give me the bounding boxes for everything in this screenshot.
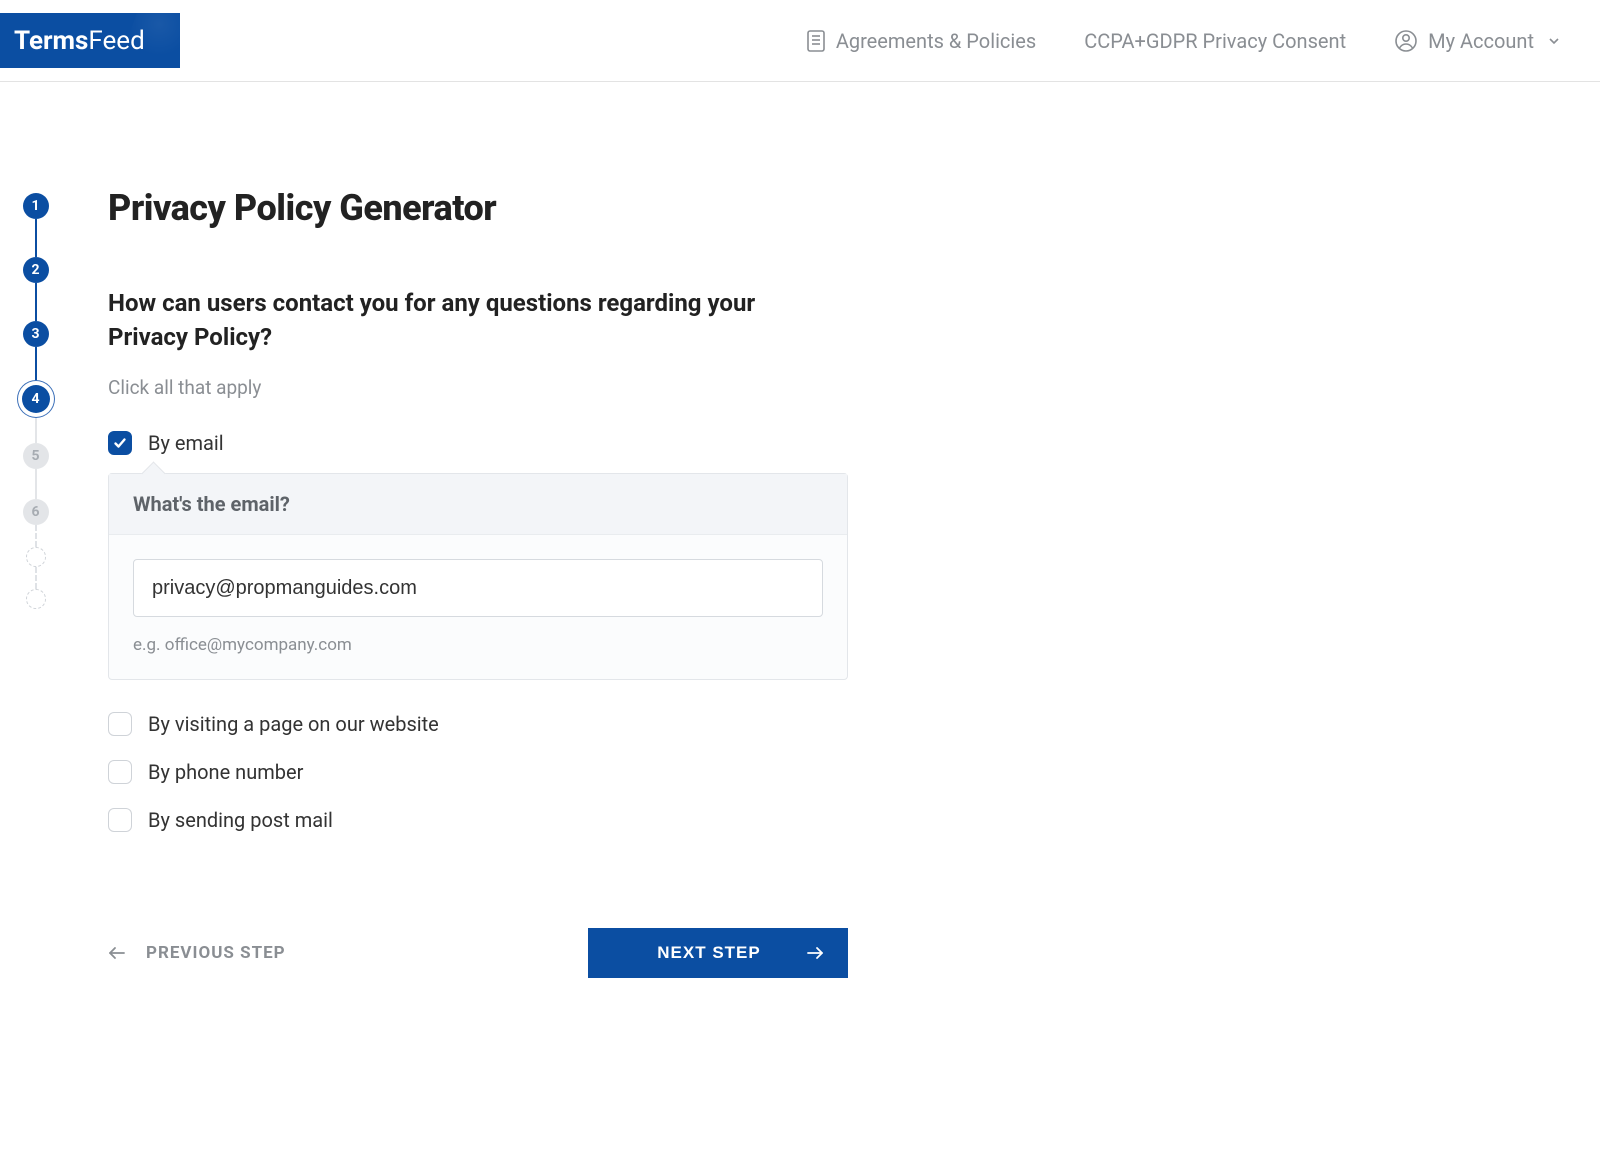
checkbox-email[interactable] [108,431,132,455]
step-line [35,347,37,385]
step-line [35,413,37,443]
user-icon [1394,29,1418,53]
email-input[interactable] [133,559,823,617]
step-placeholder [26,589,46,609]
logo-bold: Terms [14,26,88,56]
checkbox-phone[interactable] [108,760,132,784]
option-phone[interactable]: By phone number [108,760,1018,784]
option-page[interactable]: By visiting a page on our website [108,712,1018,736]
checkbox-mail[interactable] [108,808,132,832]
content: Privacy Policy Generator How can users c… [108,187,1018,978]
nav-account-label: My Account [1428,29,1534,53]
check-icon [113,436,127,450]
step-3[interactable]: 3 [23,321,49,347]
header: TermsFeed Agreements & Policies CCPA+GDP… [0,0,1600,82]
step-line [35,219,37,257]
nav-ccpa-label: CCPA+GDPR Privacy Consent [1084,29,1346,53]
nav-ccpa[interactable]: CCPA+GDPR Privacy Consent [1084,29,1346,53]
top-nav: Agreements & Policies CCPA+GDPR Privacy … [806,29,1560,53]
hint: Click all that apply [108,376,1018,399]
step-4-current[interactable]: 4 [22,385,50,413]
option-mail-label: By sending post mail [148,808,333,832]
option-mail[interactable]: By sending post mail [108,808,1018,832]
option-phone-label: By phone number [148,760,303,784]
page-body: 1 2 3 4 5 6 Privacy Policy Generator How… [0,82,1600,1018]
email-panel-header: What's the email? [109,474,847,535]
step-5: 5 [23,443,49,469]
step-line [35,283,37,321]
option-email[interactable]: By email [108,431,1018,455]
option-page-label: By visiting a page on our website [148,712,439,736]
nav-agreements[interactable]: Agreements & Policies [806,29,1036,53]
email-panel: What's the email? e.g. office@mycompany.… [108,473,848,680]
arrow-right-icon [806,946,824,960]
step-2[interactable]: 2 [23,257,49,283]
step-placeholder [26,547,46,567]
nav-account[interactable]: My Account [1394,29,1560,53]
arrow-left-icon [108,946,126,960]
logo[interactable]: TermsFeed [0,13,180,68]
step-6: 6 [23,499,49,525]
option-email-label: By email [148,431,224,455]
step-line [35,525,37,547]
stepper: 1 2 3 4 5 6 [8,187,63,978]
page-title: Privacy Policy Generator [108,187,1018,229]
email-panel-body: e.g. office@mycompany.com [109,535,847,679]
email-example: e.g. office@mycompany.com [133,635,823,655]
chevron-down-icon [1548,35,1560,47]
next-step-label: NEXT STEP [612,943,806,963]
next-step-button[interactable]: NEXT STEP [588,928,848,978]
question: How can users contact you for any questi… [108,287,828,354]
step-1[interactable]: 1 [23,193,49,219]
step-line [35,567,37,589]
logo-light: Feed [88,26,144,56]
previous-step-button[interactable]: PREVIOUS STEP [108,943,286,963]
checkbox-page[interactable] [108,712,132,736]
previous-step-label: PREVIOUS STEP [146,943,286,963]
document-icon [806,29,826,53]
nav-agreements-label: Agreements & Policies [836,29,1036,53]
actions: PREVIOUS STEP NEXT STEP [108,928,848,978]
step-line [35,469,37,499]
